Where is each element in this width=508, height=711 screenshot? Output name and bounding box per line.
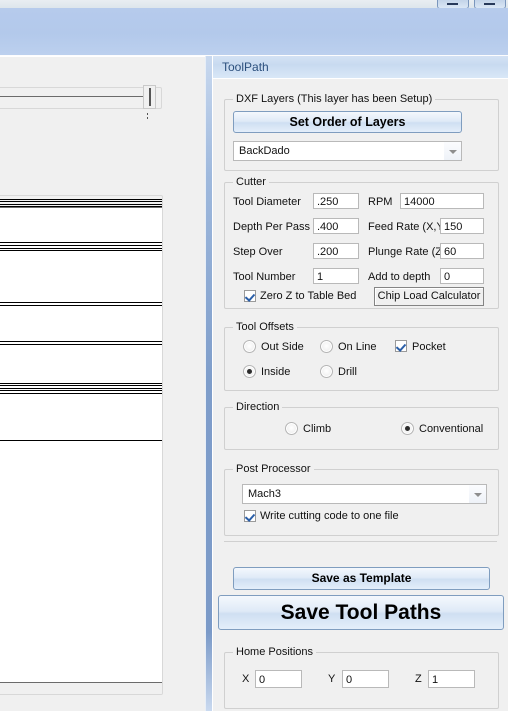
add-to-depth-label: Add to depth [368, 271, 431, 283]
layer-select[interactable]: BackDado [233, 141, 462, 161]
toolpath-panel-body: DXF Layers (This layer has been Setup) S… [213, 78, 508, 711]
post-processor-select-value: Mach3 [248, 488, 282, 500]
drawing-pane [0, 56, 212, 711]
toolpath-panel: ToolPath DXF Layers (This layer has been… [212, 56, 508, 711]
radio-drill-label: Drill [338, 366, 357, 378]
cutter-group: Cutter Tool Diameter .250 Depth Per Pass… [224, 176, 499, 309]
pocket-label: Pocket [412, 341, 446, 353]
radio-out-side[interactable] [243, 340, 256, 353]
toolpath-tab-label: ToolPath [222, 60, 269, 74]
radio-inside-label: Inside [261, 366, 291, 378]
home-z-label: Z [415, 673, 422, 685]
rpm-input[interactable]: 14000 [400, 193, 484, 209]
tool-offsets-group: Tool Offsets Out Side On Line Pocket Ins… [224, 321, 499, 391]
drawing-line [0, 201, 162, 202]
pocket-checkbox[interactable] [395, 340, 407, 352]
toolpath-tab-header[interactable]: ToolPath [213, 56, 508, 79]
tool-offsets-group-title: Tool Offsets [233, 321, 297, 333]
radio-on-line-label: On Line [338, 341, 377, 353]
drawing-line [0, 393, 162, 394]
depth-per-pass-label: Depth Per Pass [233, 221, 311, 233]
drawing-toolbar [0, 87, 162, 109]
depth-per-pass-input[interactable]: .400 [313, 218, 359, 234]
section-divider [224, 541, 497, 542]
title-bar-strip [0, 0, 508, 9]
add-to-depth-input[interactable]: 0 [440, 268, 484, 284]
zero-z-checkbox[interactable] [244, 290, 256, 302]
save-as-template-button[interactable]: Save as Template [233, 567, 490, 590]
drawing-line [0, 388, 162, 389]
radio-conventional[interactable] [401, 422, 414, 435]
home-positions-group-title: Home Positions [233, 646, 317, 658]
direction-group-title: Direction [233, 401, 283, 413]
drawing-line [0, 206, 162, 207]
direction-group: Direction Climb Conventional [224, 401, 499, 450]
drawing-ruler-line [0, 96, 146, 97]
write-one-file-checkbox[interactable] [244, 510, 256, 522]
radio-on-line[interactable] [320, 340, 333, 353]
home-z-input[interactable]: 1 [428, 670, 475, 688]
feed-rate-input[interactable]: 150 [440, 218, 484, 234]
post-processor-select[interactable]: Mach3 [242, 484, 487, 504]
header-banner [0, 8, 508, 56]
dxf-layers-group: DXF Layers (This layer has been Setup) S… [224, 93, 499, 171]
drawing-line [0, 305, 162, 306]
rpm-label: RPM [368, 196, 393, 208]
drawing-canvas-footer [0, 682, 162, 694]
home-x-label: X [242, 673, 250, 685]
chevron-down-icon[interactable] [444, 142, 461, 160]
drawing-line [0, 204, 162, 205]
drawing-line [0, 245, 162, 246]
drawing-canvas-frame[interactable] [0, 195, 163, 695]
radio-out-side-label: Out Side [261, 341, 304, 353]
drawing-line [0, 385, 162, 386]
radio-conventional-label: Conventional [419, 423, 484, 435]
radio-drill[interactable] [320, 365, 333, 378]
drawing-canvas[interactable] [0, 199, 162, 684]
drawing-line [0, 383, 162, 384]
tool-number-label: Tool Number [233, 271, 296, 283]
caret-tick-marker [147, 113, 148, 120]
home-y-label: Y [328, 673, 336, 685]
drawing-line [0, 390, 162, 391]
home-x-input[interactable]: 0 [255, 670, 302, 688]
step-over-label: Step Over [233, 246, 283, 258]
write-one-file-label: Write cutting code to one file [260, 510, 399, 522]
drawing-line [0, 199, 162, 200]
application-window: ToolPath DXF Layers (This layer has been… [0, 0, 508, 711]
drawing-line [0, 248, 162, 249]
chip-load-calculator-button[interactable]: Chip Load Calculator [374, 287, 484, 306]
set-order-of-layers-button[interactable]: Set Order of Layers [233, 111, 462, 133]
post-processor-group-title: Post Processor [233, 463, 314, 475]
plunge-rate-label: Plunge Rate (Z) [368, 246, 446, 258]
radio-inside[interactable] [243, 365, 256, 378]
drawing-line [0, 242, 162, 243]
save-tool-paths-button[interactable]: Save Tool Paths [218, 595, 504, 630]
drawing-line [0, 344, 162, 345]
tool-diameter-input[interactable]: .250 [313, 193, 359, 209]
drawing-line [0, 440, 162, 441]
radio-climb[interactable] [285, 422, 298, 435]
layer-select-value: BackDado [239, 145, 290, 157]
radio-climb-label: Climb [303, 423, 332, 435]
home-positions-group: Home Positions X 0 Y 0 Z 1 [224, 646, 499, 709]
chevron-down-icon[interactable] [469, 485, 486, 503]
step-over-input[interactable]: .200 [313, 243, 359, 259]
cutter-group-title: Cutter [233, 176, 269, 188]
tool-number-input[interactable]: 1 [313, 268, 359, 284]
drawing-line [0, 250, 162, 251]
drawing-line [0, 302, 162, 303]
feed-rate-label: Feed Rate (X,Y) [368, 221, 448, 233]
plunge-rate-input[interactable]: 60 [440, 243, 484, 259]
home-y-input[interactable]: 0 [342, 670, 389, 688]
drawing-line [0, 341, 162, 342]
post-processor-group: Post Processor Mach3 Write cutting code … [224, 463, 499, 536]
text-caret-box[interactable] [143, 85, 156, 109]
zero-z-label: Zero Z to Table Bed [260, 290, 357, 302]
tool-diameter-label: Tool Diameter [233, 196, 301, 208]
dxf-layers-group-title: DXF Layers (This layer has been Setup) [233, 93, 436, 105]
